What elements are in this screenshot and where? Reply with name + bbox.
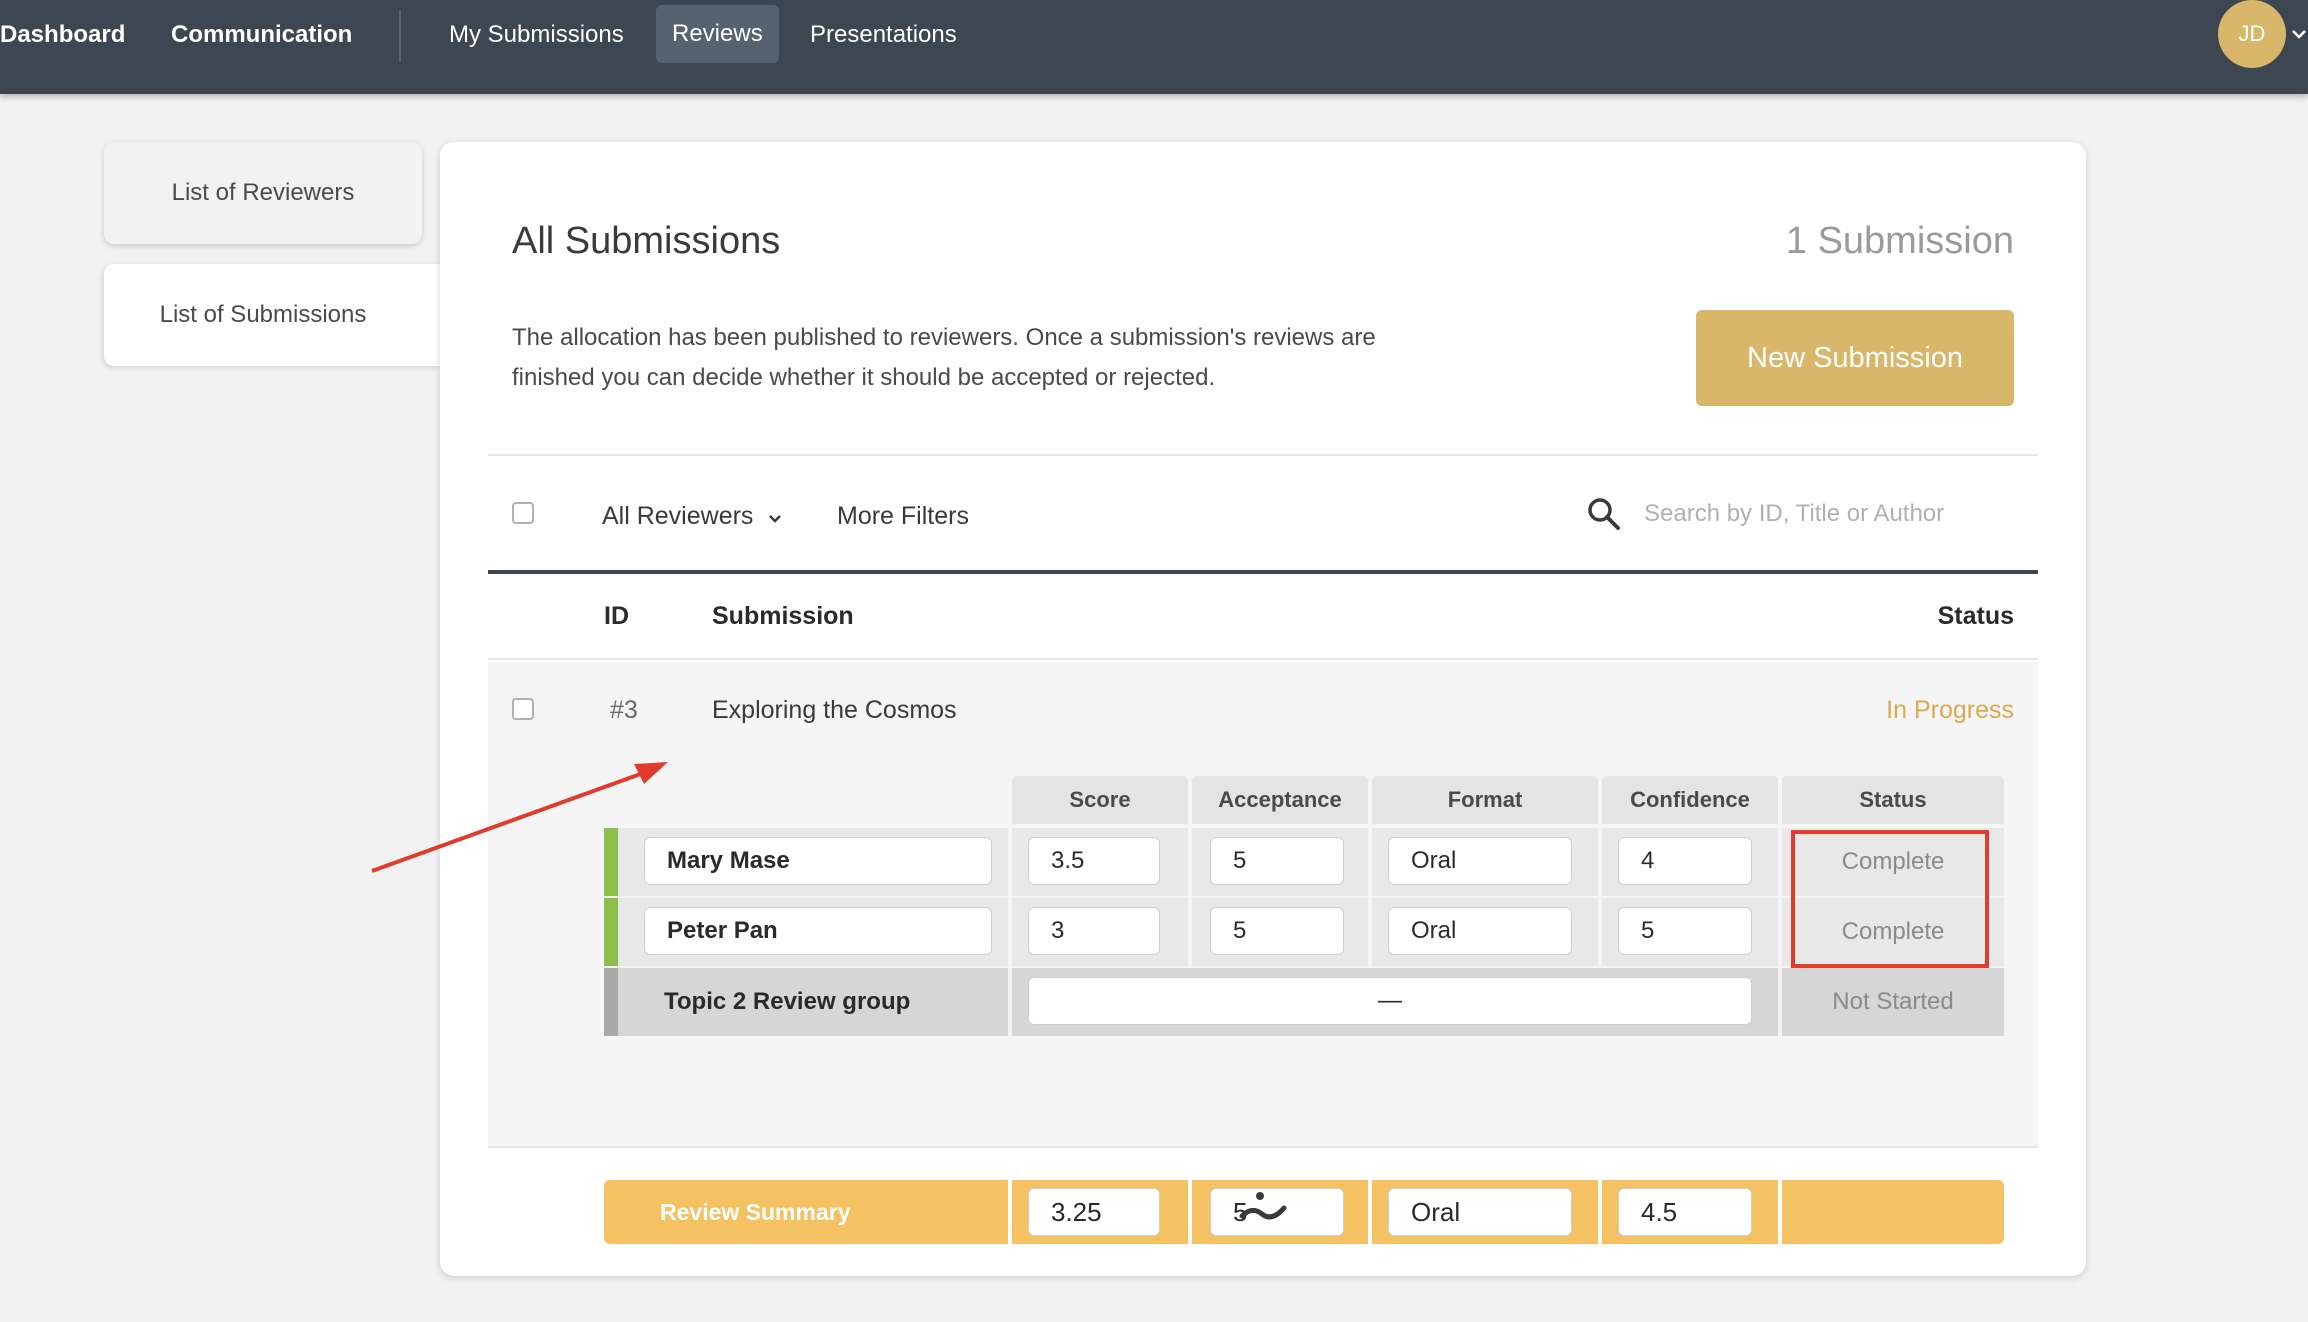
- confidence-field[interactable]: 5: [1618, 907, 1752, 955]
- submission-count: 1 Submission: [1785, 220, 2014, 262]
- loading-icon: [1236, 1188, 1292, 1233]
- nav-presentations[interactable]: Presentations: [810, 0, 957, 70]
- review-status: Complete: [1841, 848, 1945, 875]
- format-field[interactable]: Oral: [1388, 837, 1572, 885]
- all-reviewers-filter[interactable]: All Reviewers: [602, 502, 782, 531]
- submission-title[interactable]: Exploring the Cosmos: [712, 696, 957, 725]
- submission-id: #3: [610, 696, 638, 724]
- review-header-confidence: Confidence: [1602, 776, 1778, 824]
- acceptance-field[interactable]: 5: [1210, 837, 1344, 885]
- group-status: Not Started: [1832, 988, 1954, 1015]
- more-filters-button[interactable]: More Filters: [837, 502, 969, 531]
- nav-communication[interactable]: Communication: [171, 0, 352, 70]
- nav-reviews[interactable]: Reviews: [656, 5, 779, 63]
- avatar[interactable]: JD: [2218, 0, 2286, 68]
- acceptance-field[interactable]: 5: [1210, 907, 1344, 955]
- reviewer-name[interactable]: Mary Mase: [644, 837, 992, 885]
- confidence-field[interactable]: 4: [1618, 837, 1752, 885]
- select-all-checkbox[interactable]: [512, 502, 534, 524]
- submissions-card: All Submissions 1 Submission The allocat…: [440, 142, 2086, 1276]
- all-reviewers-label: All Reviewers: [602, 502, 754, 530]
- search-input[interactable]: Search by ID, Title or Author: [1644, 500, 1944, 528]
- divider: [488, 1146, 2038, 1148]
- group-indicator: [604, 968, 618, 1036]
- summary-score-field[interactable]: 3.25: [1028, 1188, 1160, 1236]
- search-icon[interactable]: [1586, 496, 1622, 537]
- summary-confidence-field[interactable]: 4.5: [1618, 1188, 1752, 1236]
- review-group-row: Topic 2 Review group — Not Started: [604, 968, 2004, 1036]
- reviewer-name[interactable]: Peter Pan: [644, 907, 992, 955]
- page-title: All Submissions: [512, 220, 781, 262]
- review-group-name: Topic 2 Review group: [664, 988, 911, 1015]
- divider: [488, 454, 2038, 456]
- status-badge: In Progress: [1886, 696, 2014, 724]
- chevron-down-icon: [768, 502, 782, 530]
- row-checkbox[interactable]: [512, 698, 534, 720]
- score-field[interactable]: 3.5: [1028, 837, 1160, 885]
- column-header-status: Status: [1937, 602, 2014, 630]
- sidebar-item-list-of-reviewers[interactable]: List of Reviewers: [104, 142, 422, 244]
- new-submission-button[interactable]: New Submission: [1696, 310, 2014, 406]
- review-header-score: Score: [1012, 776, 1188, 824]
- review-row: Peter Pan 3 5 Oral 5 Complete: [604, 898, 2004, 966]
- chevron-down-icon[interactable]: [2292, 22, 2306, 45]
- format-field[interactable]: Oral: [1388, 907, 1572, 955]
- review-summary-label: Review Summary: [660, 1199, 851, 1225]
- nav-dashboard[interactable]: Dashboard: [0, 0, 125, 70]
- review-header-status: Status: [1782, 776, 2004, 824]
- summary-format-field[interactable]: Oral: [1388, 1188, 1572, 1236]
- nav-my-submissions[interactable]: My Submissions: [449, 0, 624, 70]
- nav-divider: [399, 10, 401, 62]
- score-field[interactable]: 3: [1028, 907, 1160, 955]
- sidebar-item-list-of-submissions[interactable]: List of Submissions: [104, 264, 442, 366]
- allocation-description: The allocation has been published to rev…: [512, 324, 1376, 391]
- review-summary-row: Review Summary 3.25 5 Oral 4.5: [604, 1180, 2004, 1244]
- review-status: Complete: [1841, 918, 1945, 945]
- review-row: Mary Mase 3.5 5 Oral 4 Complete: [604, 828, 2004, 896]
- column-header-id: ID: [604, 602, 629, 630]
- column-header-submission: Submission: [712, 602, 854, 630]
- table-header-divider: [488, 570, 2038, 574]
- complete-indicator: [604, 898, 618, 966]
- top-navigation-bar: Dashboard Communication My Submissions R…: [0, 0, 2308, 94]
- review-header-format: Format: [1372, 776, 1598, 824]
- review-header-acceptance: Acceptance: [1192, 776, 1368, 824]
- sidebar-item-label: List of Submissions: [159, 301, 367, 328]
- group-value-field[interactable]: —: [1028, 977, 1752, 1025]
- complete-indicator: [604, 828, 618, 896]
- divider: [488, 658, 2038, 660]
- sidebar-item-label: List of Reviewers: [171, 179, 355, 206]
